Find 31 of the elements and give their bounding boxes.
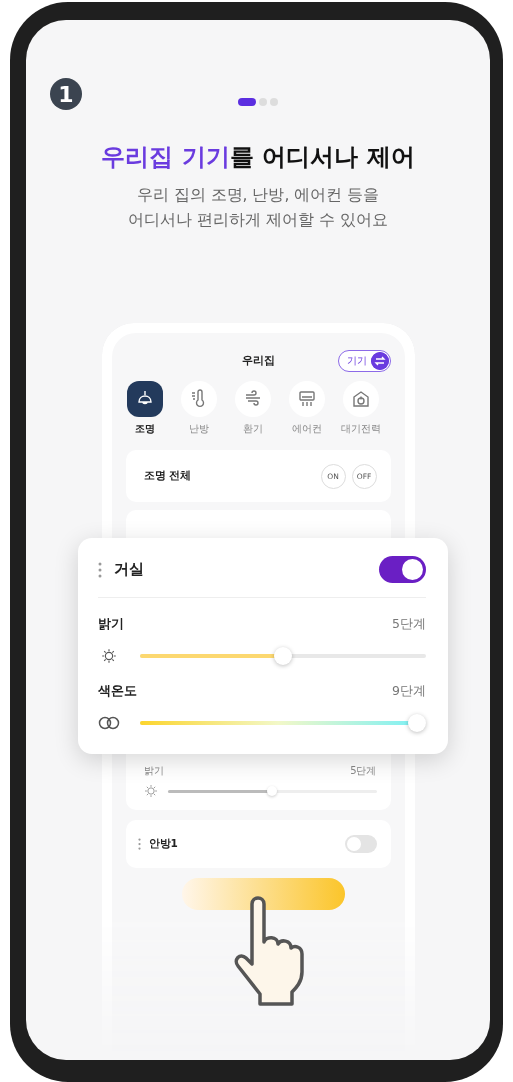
rings-icon (98, 715, 120, 731)
brightness-label: 밝기 (143, 764, 164, 778)
subtitle: 우리 집의 조명, 난방, 에어컨 등을 어디서나 편리하게 제어할 수 있어요 (128, 185, 388, 231)
all-lights-label: 조명 전체 (143, 469, 192, 483)
room-name: 안방1 (148, 837, 178, 851)
slider-thumb[interactable] (267, 786, 277, 796)
slider-thumb[interactable] (408, 714, 426, 732)
brightness-slider[interactable] (140, 647, 426, 665)
level-reading: 9단계 (392, 683, 426, 700)
slider-label: 색온도 (98, 683, 137, 700)
drag-handle-icon[interactable] (98, 561, 102, 578)
home-title: 우리집 (241, 352, 275, 368)
room-name: 거실 (114, 560, 144, 579)
level-reading: 5단계 (350, 764, 377, 778)
drag-handle-icon[interactable] (137, 838, 141, 850)
page-indicator-dot[interactable] (270, 98, 278, 106)
slider-label: 밝기 (98, 616, 124, 633)
sun-icon (143, 784, 158, 798)
toggle-switch[interactable] (379, 556, 426, 583)
step-badge: 1 (50, 78, 82, 110)
swap-icon (370, 352, 389, 370)
page-indicator-dot[interactable] (259, 98, 267, 106)
slider-thumb[interactable] (274, 647, 292, 665)
air-conditioner-icon (296, 389, 317, 409)
power-icon (350, 389, 371, 409)
headline: 우리집 기기를 어디서나 제어 (101, 142, 415, 173)
level-reading: 5단계 (392, 616, 426, 633)
toggle-switch[interactable] (344, 835, 377, 853)
device-mode-toggle[interactable]: 기기 (337, 350, 391, 372)
brightness-slider[interactable] (167, 786, 377, 796)
color-temperature-slider[interactable] (140, 714, 426, 732)
